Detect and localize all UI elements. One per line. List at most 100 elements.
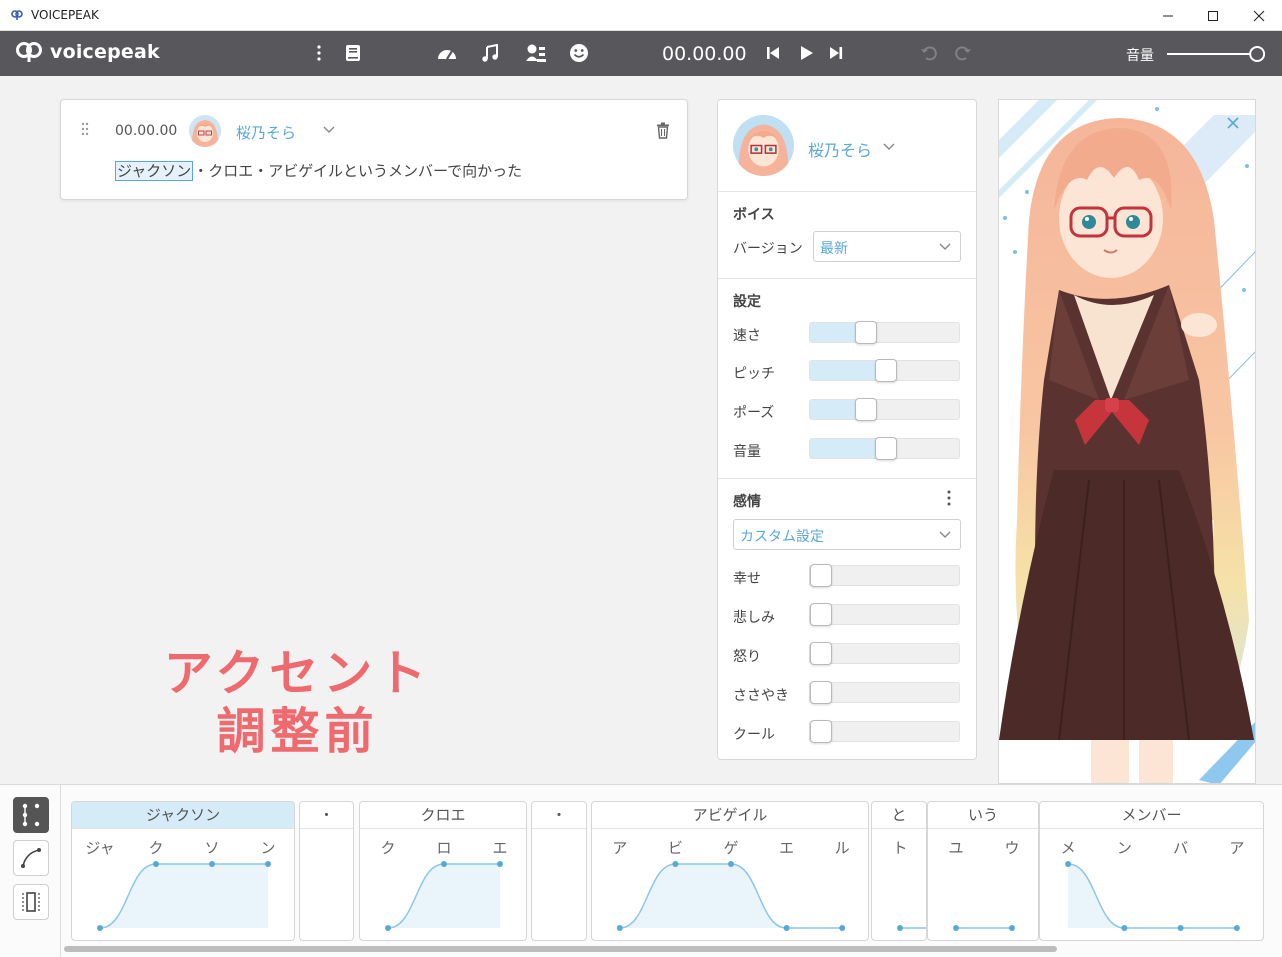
emotion-slider[interactable]	[809, 681, 960, 704]
skip-back-button[interactable]	[761, 41, 785, 65]
pitch-point[interactable]	[783, 925, 790, 931]
mora-label: エ	[492, 839, 508, 857]
pitch-point[interactable]	[385, 925, 391, 931]
slider-knob[interactable]	[855, 321, 877, 344]
block-text[interactable]: ジャクソン ・クロエ・アビゲイルというメンバーで向かった	[115, 160, 522, 181]
skip-previous-icon	[767, 47, 779, 59]
accent-word[interactable]: ジャクソン ジャクソン	[71, 801, 295, 941]
emotion-slider[interactable]	[809, 720, 960, 743]
emotion-button[interactable]	[567, 41, 591, 65]
dictionary-button[interactable]	[341, 41, 365, 65]
redo-button[interactable]	[951, 41, 975, 65]
curve-tool-button[interactable]	[13, 840, 49, 876]
panel-character-name[interactable]: 桜乃そら	[808, 137, 872, 161]
slider-knob[interactable]	[810, 564, 832, 587]
pitch-point[interactable]	[153, 861, 159, 867]
music-note-icon	[482, 44, 498, 62]
pitch-point[interactable]	[953, 925, 959, 931]
close-window-button[interactable]	[1236, 0, 1282, 31]
emotion-preset-select[interactable]: カスタム設定	[733, 519, 961, 550]
block-character-name[interactable]: 桜乃そら	[236, 122, 296, 143]
character-illustration	[999, 100, 1255, 783]
music-button[interactable]	[478, 41, 502, 65]
pitch-point[interactable]	[1009, 925, 1015, 931]
pitch-curve[interactable]	[72, 802, 295, 941]
speed-button[interactable]	[435, 41, 459, 65]
pitch-point[interactable]	[1177, 925, 1184, 931]
slider-knob[interactable]	[875, 437, 897, 460]
accent-tool-button[interactable]	[13, 797, 49, 833]
slider-knob[interactable]	[810, 681, 832, 704]
version-select[interactable]: 最新	[813, 231, 961, 262]
accent-word[interactable]: ・	[531, 801, 587, 941]
slider-knob[interactable]	[810, 642, 832, 665]
pitch-point[interactable]	[441, 861, 447, 867]
slider-fill	[810, 361, 885, 380]
logo-text: voicepeak	[50, 41, 160, 63]
setting-slider[interactable]	[809, 398, 960, 421]
minimize-button[interactable]	[1145, 0, 1191, 31]
accent-word[interactable]: いうユウ	[927, 801, 1039, 941]
pitch-curve[interactable]	[360, 802, 527, 941]
pitch-point[interactable]	[209, 861, 215, 867]
narrator-button[interactable]	[524, 41, 548, 65]
master-volume-slider[interactable]	[1165, 45, 1265, 63]
pitch-point[interactable]	[728, 861, 734, 867]
accent-word[interactable]: ・	[299, 801, 354, 941]
close-icon[interactable]	[1227, 117, 1239, 129]
mora-label: ビ	[667, 839, 683, 857]
chevron-down-icon	[939, 531, 951, 538]
setting-slider[interactable]	[809, 359, 960, 382]
accent-word[interactable]: アビゲイルアビゲエル	[591, 801, 869, 941]
title-bar: VOICEPEAK	[0, 0, 1282, 31]
slider-knob[interactable]	[855, 398, 877, 421]
pitch-point[interactable]	[839, 925, 846, 931]
section-divider	[718, 278, 976, 279]
text-block[interactable]: 00.00.00 桜乃そら ジャクソン ・クロエ・アビゲイルというメンバーで向かっ…	[60, 99, 688, 200]
setting-slider[interactable]	[809, 321, 960, 344]
chevron-down-icon[interactable]	[323, 126, 335, 134]
maximize-button[interactable]	[1190, 0, 1236, 31]
skip-forward-button[interactable]	[824, 41, 848, 65]
more-vertical-icon	[317, 45, 321, 61]
accent-word[interactable]: クロエクロエ	[359, 801, 527, 941]
mora-label: メ	[1060, 839, 1076, 857]
pitch-point[interactable]	[97, 925, 103, 931]
pitch-point[interactable]	[1065, 861, 1072, 867]
pitch-point[interactable]	[1233, 925, 1240, 931]
play-button[interactable]	[794, 41, 818, 65]
section-divider	[718, 478, 976, 479]
accent-word[interactable]: とト	[871, 801, 927, 941]
menu-button[interactable]	[307, 41, 331, 65]
slider-knob[interactable]	[875, 359, 897, 382]
pitch-point[interactable]	[672, 861, 679, 867]
pitch-curve[interactable]	[592, 802, 869, 941]
pitch-curve[interactable]	[928, 802, 1039, 941]
undo-button[interactable]	[917, 41, 941, 65]
setting-slider[interactable]	[809, 437, 960, 460]
pitch-point[interactable]	[1121, 925, 1128, 931]
emotion-slider[interactable]	[809, 564, 960, 587]
pitch-point[interactable]	[497, 861, 503, 867]
pitch-curve[interactable]	[1040, 802, 1264, 941]
trash-icon[interactable]	[656, 122, 670, 139]
chevron-down-icon[interactable]	[883, 143, 895, 151]
more-vertical-icon[interactable]	[946, 490, 952, 506]
mora-label: エ	[779, 839, 795, 857]
tools-divider	[60, 785, 61, 957]
pitch-area	[619, 864, 843, 928]
pitch-curve[interactable]	[872, 802, 927, 941]
length-tool-button[interactable]	[13, 884, 49, 920]
pitch-point[interactable]	[265, 861, 271, 867]
slider-knob[interactable]	[810, 720, 832, 743]
slider-knob[interactable]	[810, 603, 832, 626]
pitch-point[interactable]	[897, 925, 903, 931]
window-title: VOICEPEAK	[31, 8, 99, 22]
horizontal-scrollbar[interactable]	[64, 946, 1057, 952]
pitch-point[interactable]	[616, 925, 623, 931]
emotion-slider[interactable]	[809, 642, 960, 665]
selected-word[interactable]: ジャクソン	[115, 161, 194, 181]
emotion-slider[interactable]	[809, 603, 960, 626]
drag-handle-icon[interactable]	[81, 122, 89, 138]
accent-word[interactable]: メンバーメンバア	[1039, 801, 1264, 941]
